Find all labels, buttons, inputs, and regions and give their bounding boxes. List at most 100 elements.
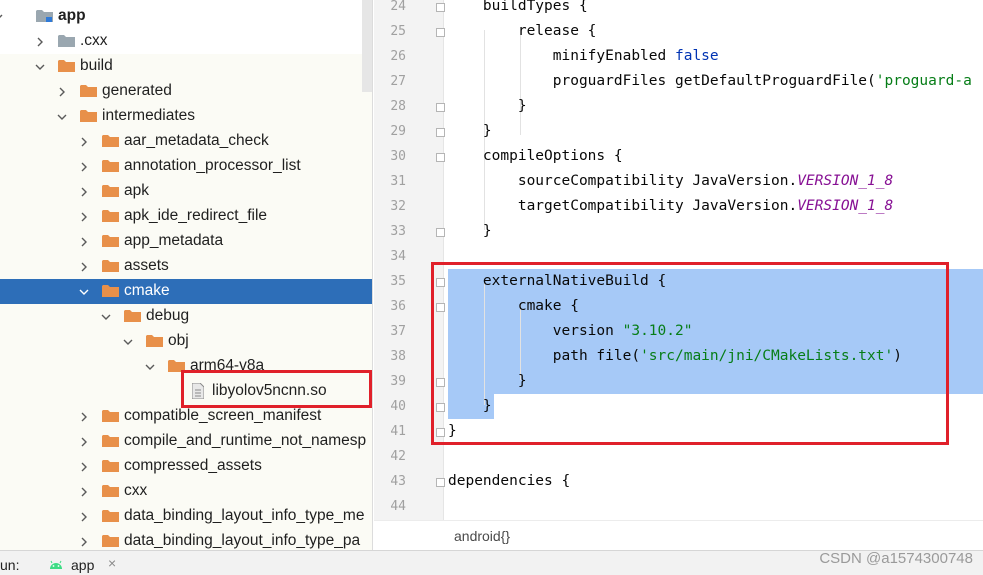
code-line[interactable]: buildTypes { [448,0,588,19]
folder-icon [80,84,97,98]
chevron-down-icon[interactable] [0,4,5,29]
line-number: 26 [390,49,406,64]
tree-item-apk-ide-redirect-file[interactable]: apk_ide_redirect_file [0,204,372,229]
folder-icon [58,34,75,48]
chevron-right-icon[interactable] [33,29,47,54]
tree-item-app-metadata[interactable]: app_metadata [0,229,372,254]
folder-icon [102,534,119,548]
tree-item-label: data_binding_layout_info_type_pa [124,532,361,549]
breadcrumb-bar: android{} [374,520,983,550]
code-line[interactable]: sourceCompatibility JavaVersion.VERSION_… [448,169,893,194]
chevron-right-icon[interactable] [77,229,91,254]
tree-item-compressed-assets[interactable]: compressed_assets [0,454,372,479]
line-number: 36 [390,299,406,314]
line-number: 40 [390,399,406,414]
folder-icon [102,184,119,198]
code-line[interactable]: proguardFiles getDefaultProguardFile('pr… [448,69,972,94]
fold-marker-icon[interactable] [436,103,445,112]
code-line[interactable]: } [448,219,492,244]
tree-item-assets[interactable]: assets [0,254,372,279]
folder-icon [102,459,119,473]
fold-marker-icon[interactable] [436,228,445,237]
fold-marker-icon[interactable] [436,478,445,487]
line-number: 32 [390,199,406,214]
tree-item-label: compatible_screen_manifest [124,407,322,424]
line-number: 28 [390,99,406,114]
tree-item-debug[interactable]: debug [0,304,372,329]
chevron-right-icon[interactable] [77,454,91,479]
tree-item-label: obj [168,332,189,349]
tree-item-annotation-processor-list[interactable]: annotation_processor_list [0,154,372,179]
tree-item-data-binding-layout-info-type-pa[interactable]: data_binding_layout_info_type_pa [0,529,372,550]
folder-icon [102,134,119,148]
tree-item-label: compressed_assets [124,457,262,474]
tree-item-data-binding-layout-info-type-me[interactable]: data_binding_layout_info_type_me [0,504,372,529]
line-number: 37 [390,324,406,339]
tree-item-label: annotation_processor_list [124,157,301,174]
chevron-down-icon[interactable] [121,329,135,354]
line-number: 42 [390,449,406,464]
chevron-right-icon[interactable] [77,179,91,204]
chevron-down-icon[interactable] [143,354,157,379]
breadcrumb[interactable]: android{} [454,528,510,544]
chevron-right-icon[interactable] [55,79,69,104]
line-number: 43 [390,474,406,489]
line-number: 31 [390,174,406,189]
watermark: CSDN @a1574300748 [819,550,973,567]
code-line[interactable]: } [448,94,527,119]
line-number: 33 [390,224,406,239]
tree-item-aar-metadata-check[interactable]: aar_metadata_check [0,129,372,154]
line-number: 38 [390,349,406,364]
fold-marker-icon[interactable] [436,128,445,137]
fold-marker-icon[interactable] [436,153,445,162]
line-number: 34 [390,249,406,264]
tree-item-obj[interactable]: obj [0,329,372,354]
code-line[interactable]: compileOptions { [448,144,623,169]
code-line[interactable]: targetCompatibility JavaVersion.VERSION_… [448,194,893,219]
chevron-right-icon[interactable] [77,404,91,429]
tree-item-label: compile_and_runtime_not_namesp [124,432,367,449]
tree-item--cxx[interactable]: .cxx [0,29,372,54]
folder-icon [102,409,119,423]
tree-item-label: build [80,57,113,74]
code-line[interactable]: dependencies { [448,469,570,494]
tree-item-label: data_binding_layout_info_type_me [124,507,365,524]
chevron-right-icon[interactable] [77,479,91,504]
chevron-right-icon[interactable] [77,429,91,454]
tree-item-cxx[interactable]: cxx [0,479,372,504]
chevron-right-icon[interactable] [77,254,91,279]
folder-icon [102,434,119,448]
run-tab-app[interactable]: app [71,557,94,573]
chevron-right-icon[interactable] [77,154,91,179]
tree-item-label: intermediates [102,107,196,124]
tree-item-label: assets [124,257,169,274]
tree-item-intermediates[interactable]: intermediates [0,104,372,129]
line-number: 41 [390,424,406,439]
chevron-down-icon[interactable] [55,104,69,129]
tree-item-cmake[interactable]: cmake [0,279,372,304]
tree-item-label: cmake [124,282,170,299]
close-icon[interactable]: × [108,555,116,571]
tree-item-app[interactable]: app [0,4,372,29]
tree-item-label: cxx [124,482,148,499]
chevron-down-icon[interactable] [99,304,113,329]
tree-item-apk[interactable]: apk [0,179,372,204]
code-line[interactable]: release { [448,19,597,44]
chevron-right-icon[interactable] [77,504,91,529]
folder-icon [146,334,163,348]
tree-item-generated[interactable]: generated [0,79,372,104]
code-line[interactable]: } [448,119,492,144]
chevron-right-icon[interactable] [77,529,91,550]
chevron-down-icon[interactable] [33,54,47,79]
folder-icon [102,509,119,523]
chevron-down-icon[interactable] [77,279,91,304]
chevron-right-icon[interactable] [77,204,91,229]
fold-marker-icon[interactable] [436,3,445,12]
chevron-right-icon[interactable] [77,129,91,154]
tree-item-build[interactable]: build [0,54,372,79]
code-line[interactable]: minifyEnabled false [448,44,719,69]
tree-item-label: .cxx [80,32,108,49]
folder-icon [58,59,75,73]
tree-item-compile-and-runtime-not-namesp[interactable]: compile_and_runtime_not_namesp [0,429,372,454]
fold-marker-icon[interactable] [436,28,445,37]
